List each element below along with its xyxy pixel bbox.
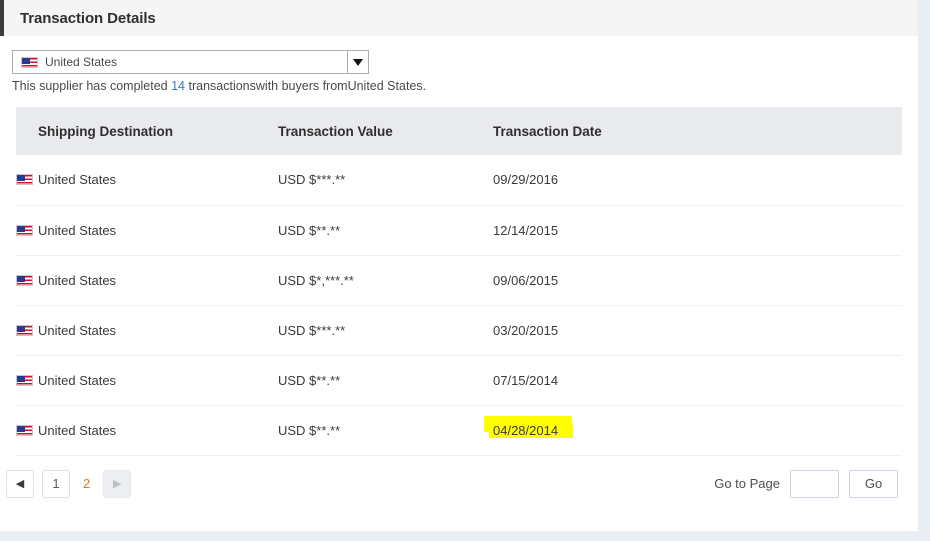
cell-transaction-value: USD $**.** xyxy=(278,405,493,456)
chevron-down-icon xyxy=(353,58,363,66)
cell-transaction-date: 04/28/2014 xyxy=(484,405,902,456)
cell-shipping-destination: United States xyxy=(16,155,278,206)
cell-transaction-value: USD $***.** xyxy=(278,305,493,356)
destination-label: United States xyxy=(38,172,117,188)
cell-shipping-destination: United States xyxy=(16,405,278,456)
pagination-page-1-button[interactable]: 1 xyxy=(42,469,70,498)
table-row: United States USD $**.** 07/15/2014 xyxy=(16,355,902,406)
cell-transaction-value: USD $*,***.** xyxy=(278,255,493,306)
transactions-table: Shipping Destination Transaction Value T… xyxy=(16,107,902,456)
pagination-bar: ◀ 1 2 ▶ Go to Page Go xyxy=(0,456,918,498)
cell-transaction-date: 09/29/2016 xyxy=(493,155,902,206)
summary-suffix: transactionswith buyers fromUnited State… xyxy=(185,79,427,93)
us-flag-icon xyxy=(16,424,33,436)
goto-page-group: Go to Page Go xyxy=(714,469,898,498)
go-button[interactable]: Go xyxy=(849,469,898,498)
cell-shipping-destination: United States xyxy=(16,255,278,306)
page-title: Transaction Details xyxy=(20,9,156,27)
destination-label: United States xyxy=(38,222,117,238)
us-flag-icon xyxy=(16,374,33,386)
summary-count: 14 xyxy=(171,79,186,93)
us-flag-icon xyxy=(21,56,38,68)
column-header-transaction-date: Transaction Date xyxy=(493,107,902,155)
destination-group: United States xyxy=(16,223,278,238)
goto-page-input[interactable] xyxy=(790,469,839,498)
column-header-transaction-value: Transaction Value xyxy=(278,107,493,155)
page-root: Transaction Details United States This s… xyxy=(0,0,930,541)
country-filter-zone: United States This supplier has complete… xyxy=(0,36,918,93)
destination-label: United States xyxy=(38,422,117,438)
cell-transaction-value: USD $**.** xyxy=(278,355,493,406)
table-head: Shipping Destination Transaction Value T… xyxy=(16,107,902,155)
table-row: United States USD $**.** 12/14/2015 xyxy=(16,205,902,256)
country-select-toggle[interactable] xyxy=(348,50,369,74)
country-select-display[interactable]: United States xyxy=(12,50,348,74)
transactions-table-wrap: Shipping Destination Transaction Value T… xyxy=(0,93,918,456)
us-flag-icon xyxy=(16,324,33,336)
cell-shipping-destination: United States xyxy=(16,205,278,256)
pagination-next-button: ▶ xyxy=(103,469,132,498)
table-row: United States USD $**.** 04/28/2014 xyxy=(16,405,902,456)
pagination-prev-button[interactable]: ◀ xyxy=(6,469,34,498)
cell-transaction-date: 07/15/2014 xyxy=(493,355,902,406)
chevron-left-icon: ◀ xyxy=(15,478,25,490)
transaction-summary: This supplier has completed 14 transacti… xyxy=(12,79,906,93)
table-body: United States USD $***.** 09/29/2016 United… xyxy=(16,155,902,456)
cell-transaction-date: 09/06/2015 xyxy=(493,255,902,306)
destination-label: United States xyxy=(38,322,117,338)
cell-transaction-date: 03/20/2015 xyxy=(493,305,902,356)
cell-shipping-destination: United States xyxy=(16,305,278,356)
table-row: United States USD $***.** 09/29/2016 xyxy=(16,155,902,206)
table-row: United States USD $***.** 03/20/2015 xyxy=(16,305,902,356)
cell-transaction-value: USD $***.** xyxy=(278,155,493,206)
destination-group: United States xyxy=(16,172,278,187)
table-header-row: Shipping Destination Transaction Value T… xyxy=(16,107,902,155)
cell-transaction-date: 12/14/2015 xyxy=(493,205,902,256)
country-select[interactable]: United States xyxy=(12,50,369,74)
column-header-shipping-destination: Shipping Destination xyxy=(16,107,278,155)
table-row: United States USD $*,***.** 09/06/2015 xyxy=(16,255,902,306)
summary-prefix: This supplier has completed xyxy=(12,79,172,93)
transaction-details-panel: Transaction Details United States This s… xyxy=(0,0,918,498)
pagination-page-1-label: 1 xyxy=(52,476,60,491)
cell-shipping-destination: United States xyxy=(16,355,278,406)
us-flag-icon xyxy=(16,274,33,286)
goto-page-label: Go to Page xyxy=(714,476,780,491)
country-select-value: United States xyxy=(45,55,118,69)
pagination-page-2-active[interactable]: 2 xyxy=(78,476,95,491)
destination-group: United States xyxy=(16,423,278,438)
destination-label: United States xyxy=(38,272,117,288)
panel-title-bar: Transaction Details xyxy=(0,0,918,36)
pagination-pages: ◀ 1 2 ▶ xyxy=(6,469,132,498)
us-flag-icon xyxy=(16,224,33,236)
destination-group: United States xyxy=(16,273,278,288)
destination-label: United States xyxy=(38,372,117,388)
cell-transaction-value: USD $**.** xyxy=(278,205,493,256)
transaction-date-label: 04/28/2014 xyxy=(493,422,559,438)
destination-group: United States xyxy=(16,373,278,388)
chevron-right-icon: ▶ xyxy=(113,478,122,490)
highlighted-date: 04/28/2014 xyxy=(484,415,573,438)
us-flag-icon xyxy=(16,174,33,186)
destination-group: United States xyxy=(16,323,278,338)
